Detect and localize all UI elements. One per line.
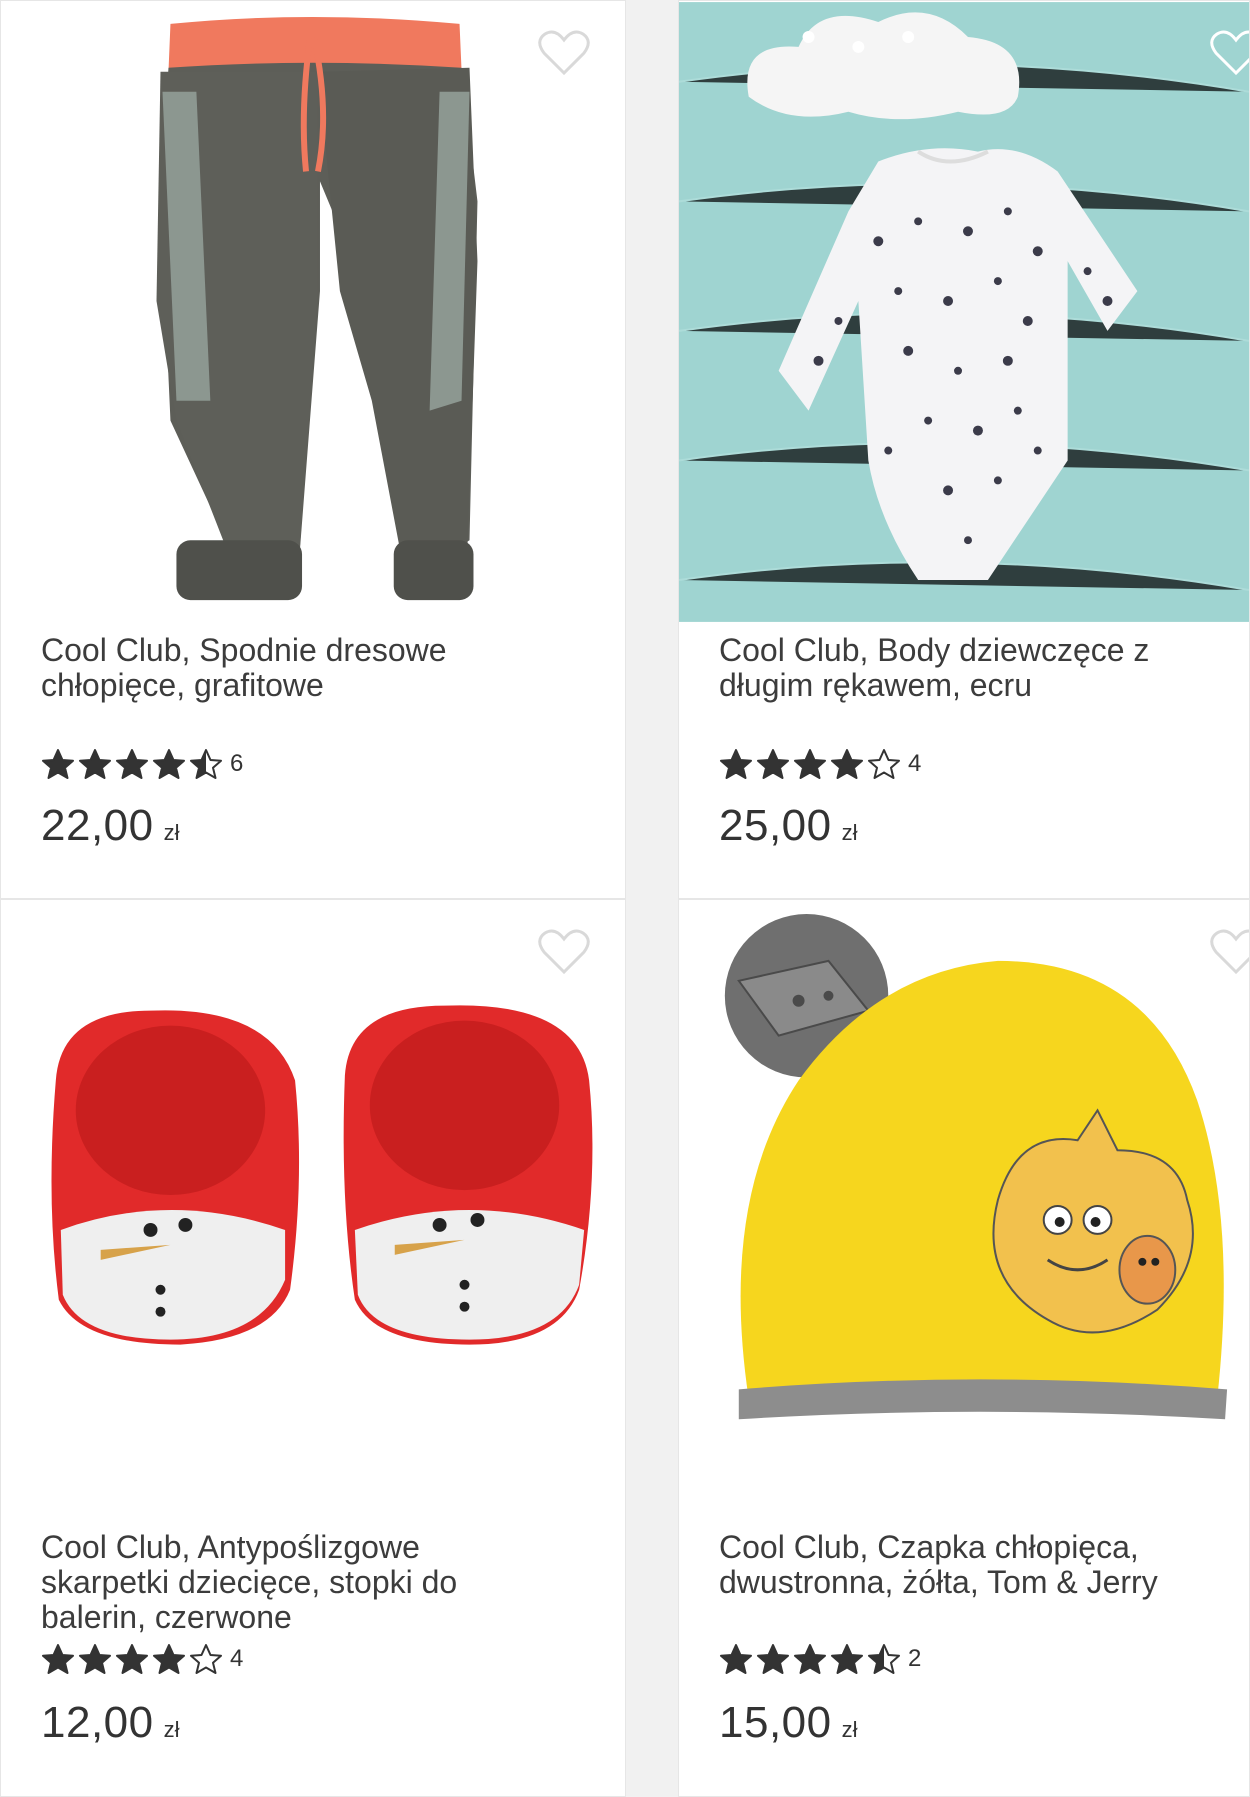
- star-full-icon: [831, 1644, 863, 1674]
- product-card[interactable]: Cool Club, Czapka chłopięca, dwustronna,…: [678, 899, 1250, 1797]
- rating-stars: [719, 1643, 904, 1675]
- product-card[interactable]: Cool Club, Antypoślizgowe skarpetki dzie…: [0, 899, 626, 1797]
- star-full-icon: [153, 749, 185, 779]
- product-price: 22,00 zł: [41, 801, 180, 851]
- star-empty-icon: [868, 749, 900, 779]
- star-full-icon: [42, 749, 74, 779]
- review-count: 2: [908, 1645, 922, 1672]
- star-full-icon: [79, 749, 111, 779]
- rating-stars: [41, 1643, 226, 1675]
- review-count: 4: [908, 750, 922, 777]
- product-title[interactable]: Cool Club, Spodnie dresowe chłopięce, gr…: [41, 633, 541, 703]
- price-amount: 22,00: [41, 801, 154, 850]
- heart-icon: [1210, 30, 1249, 76]
- wishlist-heart-button[interactable]: [537, 928, 591, 976]
- product-image-socks[interactable]: [1, 900, 625, 1522]
- star-full-icon: [720, 749, 752, 779]
- product-card[interactable]: Cool Club, Spodnie dresowe chłopięce, gr…: [0, 0, 626, 899]
- price-currency: zł: [841, 1717, 858, 1742]
- product-price: 25,00 zł: [719, 801, 858, 851]
- star-full-icon: [794, 1644, 826, 1674]
- dotted-bodysuit-image: [679, 2, 1249, 622]
- heart-icon: [538, 30, 590, 76]
- review-count: 4: [230, 1645, 244, 1672]
- rating-stars: [719, 748, 904, 780]
- price-amount: 25,00: [719, 801, 832, 850]
- product-price: 15,00 zł: [719, 1698, 858, 1748]
- product-title[interactable]: Cool Club, Antypoślizgowe skarpetki dzie…: [41, 1530, 541, 1635]
- star-half-icon: [190, 749, 222, 779]
- star-empty-icon: [190, 1644, 222, 1674]
- product-price: 12,00 zł: [41, 1698, 180, 1748]
- product-rating: 2: [719, 1642, 921, 1676]
- product-rating: 6: [41, 747, 243, 781]
- product-image-bodysuit[interactable]: [679, 1, 1249, 623]
- rating-stars: [41, 748, 226, 780]
- heart-icon: [538, 929, 590, 975]
- product-image-hat[interactable]: [679, 900, 1249, 1522]
- star-full-icon: [757, 1644, 789, 1674]
- product-card[interactable]: Cool Club, Body dziewczęce z długim ręka…: [678, 0, 1250, 899]
- star-full-icon: [757, 749, 789, 779]
- product-image-sweatpants[interactable]: [1, 1, 625, 623]
- review-count: 6: [230, 750, 244, 777]
- star-full-icon: [831, 749, 863, 779]
- heart-icon: [1210, 929, 1249, 975]
- star-half-icon: [868, 1644, 900, 1674]
- red-snowman-socks-image: [1, 900, 625, 1522]
- star-full-icon: [42, 1644, 74, 1674]
- price-currency: zł: [163, 820, 180, 845]
- product-title[interactable]: Cool Club, Czapka chłopięca, dwustronna,…: [719, 1530, 1219, 1600]
- wishlist-heart-button[interactable]: [537, 29, 591, 77]
- price-currency: zł: [163, 1717, 180, 1742]
- star-full-icon: [79, 1644, 111, 1674]
- wishlist-heart-button[interactable]: [1209, 928, 1249, 976]
- product-title[interactable]: Cool Club, Body dziewczęce z długim ręka…: [719, 633, 1219, 703]
- product-rating: 4: [719, 747, 921, 781]
- star-full-icon: [153, 1644, 185, 1674]
- yellow-tom-jerry-hat-image: [679, 901, 1249, 1521]
- star-full-icon: [116, 1644, 148, 1674]
- price-amount: 12,00: [41, 1698, 154, 1747]
- wishlist-heart-button[interactable]: [1209, 29, 1249, 77]
- star-full-icon: [720, 1644, 752, 1674]
- price-currency: zł: [841, 820, 858, 845]
- star-full-icon: [794, 749, 826, 779]
- product-rating: 4: [41, 1642, 243, 1676]
- price-amount: 15,00: [719, 1698, 832, 1747]
- star-full-icon: [116, 749, 148, 779]
- graphite-sweatpants-image: [1, 1, 625, 623]
